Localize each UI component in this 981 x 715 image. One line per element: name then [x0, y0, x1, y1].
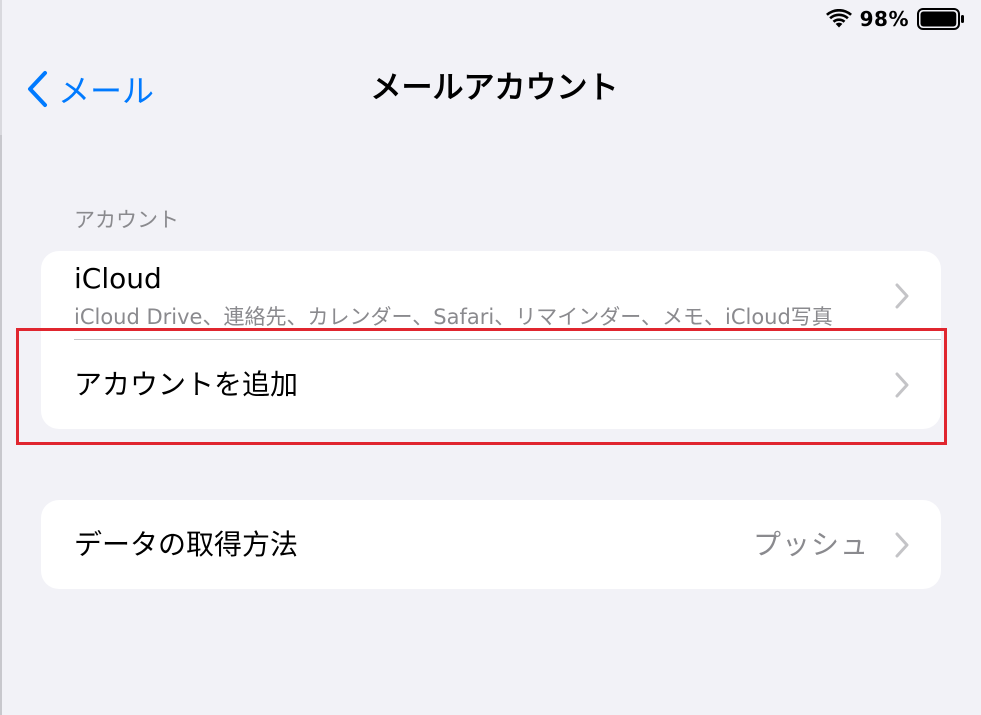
- add-account-row[interactable]: アカウントを追加: [41, 340, 941, 429]
- battery-icon: [917, 8, 964, 30]
- chevron-right-icon: [895, 283, 909, 309]
- status-bar: 98%: [825, 4, 965, 34]
- battery-percentage: 98%: [859, 7, 909, 31]
- fetch-new-data-label: データの取得方法: [74, 528, 299, 561]
- accounts-list: iCloud iCloud Drive、連絡先、カレンダー、Safari、リマイ…: [41, 251, 941, 429]
- page-title: メールアカウント: [370, 70, 619, 106]
- account-row-icloud[interactable]: iCloud iCloud Drive、連絡先、カレンダー、Safari、リマイ…: [41, 251, 941, 339]
- account-services: iCloud Drive、連絡先、カレンダー、Safari、リマインダー、メモ、…: [74, 305, 833, 329]
- fetch-new-data-value: プッシュ: [752, 528, 869, 561]
- account-title: iCloud: [74, 262, 162, 295]
- chevron-right-icon: [895, 372, 909, 398]
- chevron-right-icon: [895, 532, 909, 558]
- window-edge-lower: [0, 135, 2, 715]
- fetch-settings-list: データの取得方法 プッシュ: [41, 500, 941, 589]
- wifi-icon: [825, 9, 852, 28]
- add-account-label: アカウントを追加: [74, 368, 299, 401]
- section-header-accounts: アカウント: [74, 208, 179, 232]
- fetch-new-data-row[interactable]: データの取得方法 プッシュ: [41, 500, 941, 589]
